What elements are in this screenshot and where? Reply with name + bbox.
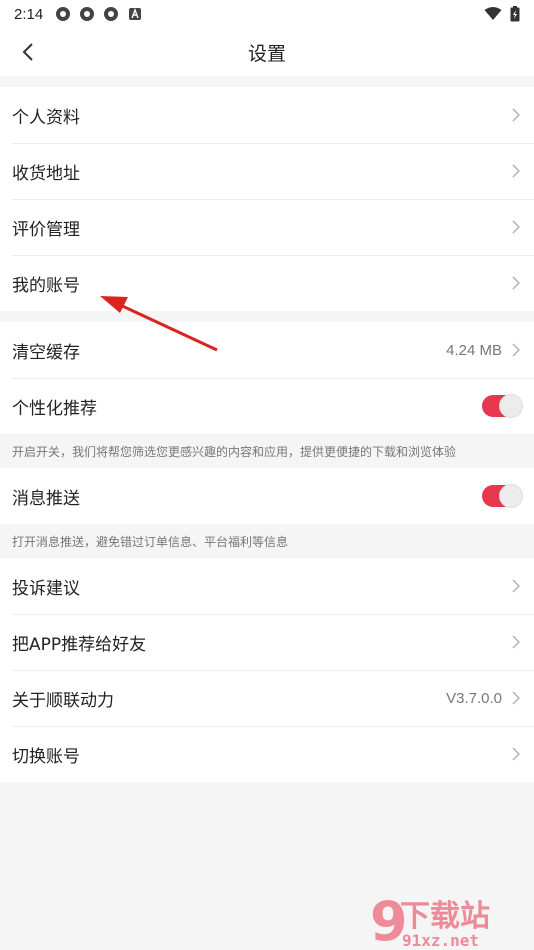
svg-text:91xz.net: 91xz.net bbox=[402, 931, 479, 948]
row-label: 个性化推荐 bbox=[12, 398, 97, 419]
cache-size: 4.24 MB bbox=[446, 341, 502, 359]
push-group: 消息推送 bbox=[0, 468, 534, 524]
preferences-group: 清空缓存 4.24 MB 个性化推荐 bbox=[0, 322, 534, 434]
chevron-right-icon bbox=[510, 163, 522, 179]
row-label: 收货地址 bbox=[12, 163, 80, 184]
status-bar: 2:14 bbox=[0, 0, 534, 28]
row-switch-account[interactable]: 切换账号 bbox=[0, 726, 534, 782]
misc-group: 投诉建议 把APP推荐给好友 关于顺联动力 V3.7.0.0 切换账号 bbox=[0, 558, 534, 782]
push-toggle[interactable] bbox=[482, 484, 523, 508]
app-notification-icon bbox=[129, 8, 142, 20]
row-label: 投诉建议 bbox=[12, 578, 80, 599]
row-share-app[interactable]: 把APP推荐给好友 bbox=[0, 614, 534, 670]
section-divider bbox=[0, 311, 534, 322]
account-settings-group: 个人资料 收货地址 评价管理 我的账号 bbox=[0, 87, 534, 311]
chevron-left-icon bbox=[22, 43, 33, 61]
row-label: 评价管理 bbox=[12, 219, 80, 240]
battery-icon bbox=[510, 6, 520, 22]
notification-icon bbox=[56, 7, 71, 21]
toggle-knob bbox=[499, 394, 523, 418]
row-my-account[interactable]: 我的账号 bbox=[0, 255, 534, 311]
chevron-right-icon bbox=[510, 275, 522, 291]
row-push-notifications: 消息推送 bbox=[0, 468, 534, 524]
chevron-right-icon bbox=[510, 219, 522, 235]
row-label: 把APP推荐给好友 bbox=[12, 634, 147, 655]
page-title: 设置 bbox=[247, 42, 286, 65]
status-time: 2:14 bbox=[14, 5, 44, 23]
row-label: 个人资料 bbox=[12, 107, 80, 128]
svg-text:下载站: 下载站 bbox=[400, 899, 490, 934]
notification-icon bbox=[104, 7, 119, 21]
row-label: 关于顺联动力 bbox=[12, 690, 114, 711]
chevron-right-icon bbox=[510, 634, 522, 650]
back-button[interactable] bbox=[14, 38, 42, 66]
row-profile[interactable]: 个人资料 bbox=[0, 87, 534, 143]
notification-icon bbox=[80, 7, 95, 21]
app-header: 设置 bbox=[0, 28, 534, 76]
row-label: 我的账号 bbox=[12, 275, 80, 296]
chevron-right-icon bbox=[510, 107, 522, 123]
chevron-right-icon bbox=[510, 578, 522, 594]
watermark-logo: 9 下载站 91xz.net bbox=[370, 890, 490, 948]
row-review-management[interactable]: 评价管理 bbox=[0, 199, 534, 255]
row-about[interactable]: 关于顺联动力 V3.7.0.0 bbox=[0, 670, 534, 726]
row-label: 消息推送 bbox=[12, 488, 80, 509]
row-shipping-address[interactable]: 收货地址 bbox=[0, 143, 534, 199]
push-hint: 打开消息推送，避免错过订单信息、平台福利等信息 bbox=[0, 524, 534, 558]
recommend-hint: 开启开关，我们将帮您筛选您更感兴趣的内容和应用，提供更便捷的下载和浏览体验 bbox=[0, 434, 534, 468]
row-clear-cache[interactable]: 清空缓存 4.24 MB bbox=[0, 322, 534, 378]
app-version: V3.7.0.0 bbox=[446, 689, 502, 707]
chevron-right-icon bbox=[510, 746, 522, 762]
chevron-right-icon bbox=[510, 342, 522, 358]
chevron-right-icon bbox=[510, 690, 522, 706]
wifi-icon bbox=[484, 7, 502, 20]
recommend-toggle[interactable] bbox=[482, 394, 523, 418]
toggle-knob bbox=[499, 484, 523, 508]
section-divider bbox=[0, 76, 534, 87]
row-personalized-recommend: 个性化推荐 bbox=[0, 378, 534, 434]
row-label: 清空缓存 bbox=[12, 342, 80, 363]
row-label: 切换账号 bbox=[12, 746, 80, 767]
row-complaint[interactable]: 投诉建议 bbox=[0, 558, 534, 614]
